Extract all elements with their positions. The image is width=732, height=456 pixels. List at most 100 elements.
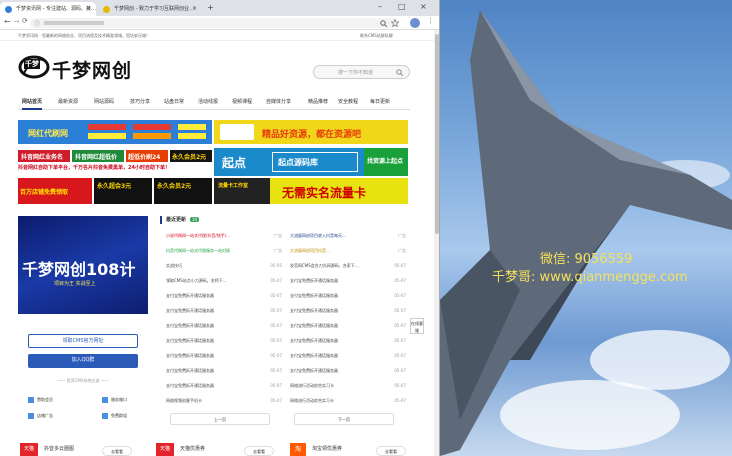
reload-button[interactable]: ⟳ xyxy=(22,17,28,25)
profile-avatar[interactable] xyxy=(410,18,420,28)
news-row[interactable]: 支付宝免费拆开通话服务器 05-07 xyxy=(166,353,282,366)
minimize-button[interactable]: – xyxy=(378,2,382,11)
news-row[interactable]: 大流量网创项目收入抖音每天… 广告 xyxy=(290,233,406,246)
close-window-button[interactable]: × xyxy=(420,2,427,11)
banner-wanghong[interactable]: 网红代刷网 xyxy=(18,120,212,144)
bottom-card-1[interactable]: 天猫 抖音多云圈图 去看看 xyxy=(20,440,140,456)
news-row[interactable]: 支付宝免费拆开通话服务器 05-07 xyxy=(166,293,282,306)
close-tab-icon[interactable]: × xyxy=(86,5,91,12)
sponsor-icon xyxy=(28,397,34,403)
news-count-badge: 10 xyxy=(190,217,200,222)
tab-qianmeng-wangchuang[interactable]: 千梦网创 - 致力于学习互联网创业… × xyxy=(98,2,202,16)
news-row[interactable]: 抖音代刷网一站式代理服务一站对接 广告 xyxy=(166,248,282,261)
news-row[interactable]: 支付宝免费拆开通话服务器 05-07 xyxy=(166,338,282,351)
sidebar-link-service[interactable]: 服务服口 xyxy=(102,397,127,403)
page-scrollbar[interactable] xyxy=(434,30,439,456)
news-row-title: 支付宝免费拆开通话服务器 xyxy=(290,368,338,373)
card-go-button[interactable]: 去看看 xyxy=(102,446,132,456)
nav-item-featured[interactable]: 精品推荐 xyxy=(308,98,328,105)
bottom-card-2[interactable]: 天猫 天猫优惠券 去看看 xyxy=(156,440,276,456)
maximize-button[interactable]: □ xyxy=(398,2,406,11)
news-row[interactable]: 支付宝免费拆开通话服务器 05-07 xyxy=(290,308,406,321)
close-tab-icon[interactable]: × xyxy=(192,5,197,12)
sidebar-link-groups[interactable]: 免费群组 xyxy=(102,413,127,419)
nav-item-updates[interactable]: 每日更新 xyxy=(370,98,390,105)
site-search-input[interactable]: 搜一下你不知道 xyxy=(313,65,410,79)
nav-item-source[interactable]: 网站源码 xyxy=(94,98,114,105)
menu-icon[interactable]: ⋮ xyxy=(427,17,434,25)
banner-douyin-1[interactable]: 抖音网红业务名 xyxy=(18,150,70,162)
news-row[interactable]: 网络流行活动综合实习卡 05-07 xyxy=(290,383,406,396)
banner-text: 精品好资源，都在资源吧 xyxy=(262,130,362,140)
news-row[interactable]: 支付宝免费拆开通话服务器 05-07 xyxy=(166,308,282,321)
site-info-icon[interactable]: ⓘ xyxy=(34,19,40,28)
bottom-card-3[interactable]: 淘 淘宝领优惠券 去看看 xyxy=(290,440,410,456)
news-row[interactable]: 支付宝免费拆开通话服务器 05-07 xyxy=(290,323,406,336)
search-icon[interactable] xyxy=(380,20,387,27)
sidebar-link-ads[interactable]: 店铺广告 xyxy=(28,413,53,419)
back-button[interactable]: ← xyxy=(4,17,11,26)
promo-red-line[interactable]: 抖音网红自助下单平台，千万名片抖音免费黑单，24小时自助下单！ xyxy=(18,164,212,174)
banner-vip-3[interactable]: 永久会员2元 xyxy=(154,178,212,204)
site-logo[interactable]: 千梦网创 xyxy=(52,56,132,83)
main-nav: 网站首页 最新资源 网站源码 技巧分享 站盘日常 活动线报 视频课程 自媒体分享… xyxy=(18,93,410,110)
nav-item-security[interactable]: 安全教程 xyxy=(338,98,358,105)
banner-ziyuanba[interactable]: 精品好资源，都在资源吧 xyxy=(214,120,408,144)
top-notice-link[interactable]: 联系CMS站群私聊 xyxy=(360,33,393,39)
banner-douyin-2[interactable]: 抖音网红超低价 xyxy=(72,150,124,162)
news-row-date: 05-07 xyxy=(394,293,406,298)
forward-button[interactable]: → xyxy=(13,17,20,26)
news-row[interactable]: 发官网CMS会办刀光网源码，名家下… 05-07 xyxy=(290,263,406,276)
card-go-button[interactable]: 去看看 xyxy=(376,446,406,456)
news-row-date: 05-07 xyxy=(394,383,406,388)
news-row-title: 支付宝免费拆开通话服务器 xyxy=(166,293,214,298)
news-row[interactable]: 小说代刷网一站式代理/抖音/快手/… 广告 xyxy=(166,233,282,246)
banner-liuliangka[interactable]: 流量卡工作室 无需实名流量卡 xyxy=(214,178,408,204)
floating-service-button[interactable]: 在线客服 xyxy=(410,318,424,334)
prev-page-button[interactable]: 上一页 xyxy=(170,413,270,425)
nav-item-media[interactable]: 自媒体分享 xyxy=(266,98,291,105)
nav-item-tips[interactable]: 技巧分享 xyxy=(130,98,150,105)
scrollbar-thumb[interactable] xyxy=(435,34,439,234)
news-row[interactable]: 支付宝免费拆开通话服务器 05-07 xyxy=(290,338,406,351)
news-row[interactable]: 支付宝免费拆开通话服务器 05-07 xyxy=(290,368,406,381)
tab-qianmeng-news[interactable]: 千梦资讯网 - 专注建站、源码、技… × xyxy=(0,2,96,16)
banner-text: 百万店铺免费领取 xyxy=(20,189,69,196)
news-row[interactable]: 支付宝免费拆开通话服务器 05-07 xyxy=(290,278,406,291)
news-row[interactable]: 支付宝免费拆开通话服务器 05-07 xyxy=(166,323,282,336)
news-row-date: 05-07 xyxy=(270,338,282,343)
search-icon[interactable] xyxy=(396,69,403,76)
news-row[interactable]: 领取CMS站点小刀源码，名师下… 05-07 xyxy=(166,278,282,291)
news-row[interactable]: 大流量网创项目抖音… 广告 xyxy=(290,248,406,261)
news-row[interactable]: 实战技巧 05-05 xyxy=(166,263,282,276)
nav-item-home[interactable]: 网站首页 xyxy=(22,98,43,110)
banner-vip-1[interactable]: 永久会员2元 xyxy=(170,150,212,162)
news-row[interactable]: 支付宝免费拆开通话服务器 05-07 xyxy=(166,383,282,396)
banner-vip-2[interactable]: 永久超会3元 xyxy=(94,178,152,204)
top-notice-bar: 千梦资讯网 - 您最新的网络创业、项目流程及技术精准领域，您坊安乐城！ 联系CM… xyxy=(0,30,439,41)
news-row-title: 支付宝免费拆开通话服务器 xyxy=(166,368,214,373)
sidebar-link-sponsor[interactable]: 赞助会员 xyxy=(28,397,53,403)
nav-item-daily[interactable]: 站盘日常 xyxy=(164,98,184,105)
latest-news-panel: 最近更新 10 小说代刷网一站式代理/抖音/快手/… 广告 抖音代刷网一站式代理服务… xyxy=(160,213,410,429)
nav-item-activity[interactable]: 活动线报 xyxy=(198,98,218,105)
bookmark-star-icon[interactable] xyxy=(391,19,399,27)
new-tab-button[interactable]: + xyxy=(207,3,214,12)
news-row[interactable]: 支付宝免费拆开通话服务器 05-07 xyxy=(166,368,282,381)
banner-qidian[interactable]: 起点 起点源码库 找资源上起点 xyxy=(214,148,408,176)
news-row[interactable]: 支付宝免费拆开通话服务器 05-07 xyxy=(290,293,406,306)
sidebar-banner[interactable]: 千梦网创108计 项目为王 实战至上 xyxy=(18,216,148,314)
nav-item-latest[interactable]: 最新资源 xyxy=(58,98,78,105)
news-row[interactable]: 网络流行活动综合实习卡 05-07 xyxy=(290,398,406,411)
claim-cms-button[interactable]: 领取CMS官方网址 xyxy=(28,334,138,348)
banner-shop[interactable]: 百万店铺免费领取 xyxy=(18,178,92,204)
news-row-title: 实战技巧 xyxy=(166,263,182,268)
card-go-button[interactable]: 去看看 xyxy=(244,446,274,456)
next-page-button[interactable]: 下一页 xyxy=(294,413,394,425)
nav-item-video[interactable]: 视频课程 xyxy=(232,98,252,105)
join-qq-group-button[interactable]: 加入QQ群 xyxy=(28,354,138,368)
news-row[interactable]: 支付宝免费拆开通话服务器 05-07 xyxy=(290,353,406,366)
banner-cheap[interactable]: 超低价刷24 xyxy=(126,150,168,162)
news-row[interactable]: 网络视频创客手机卡 05-07 xyxy=(166,398,282,411)
url-input[interactable]: ⓘ xyxy=(30,18,400,28)
